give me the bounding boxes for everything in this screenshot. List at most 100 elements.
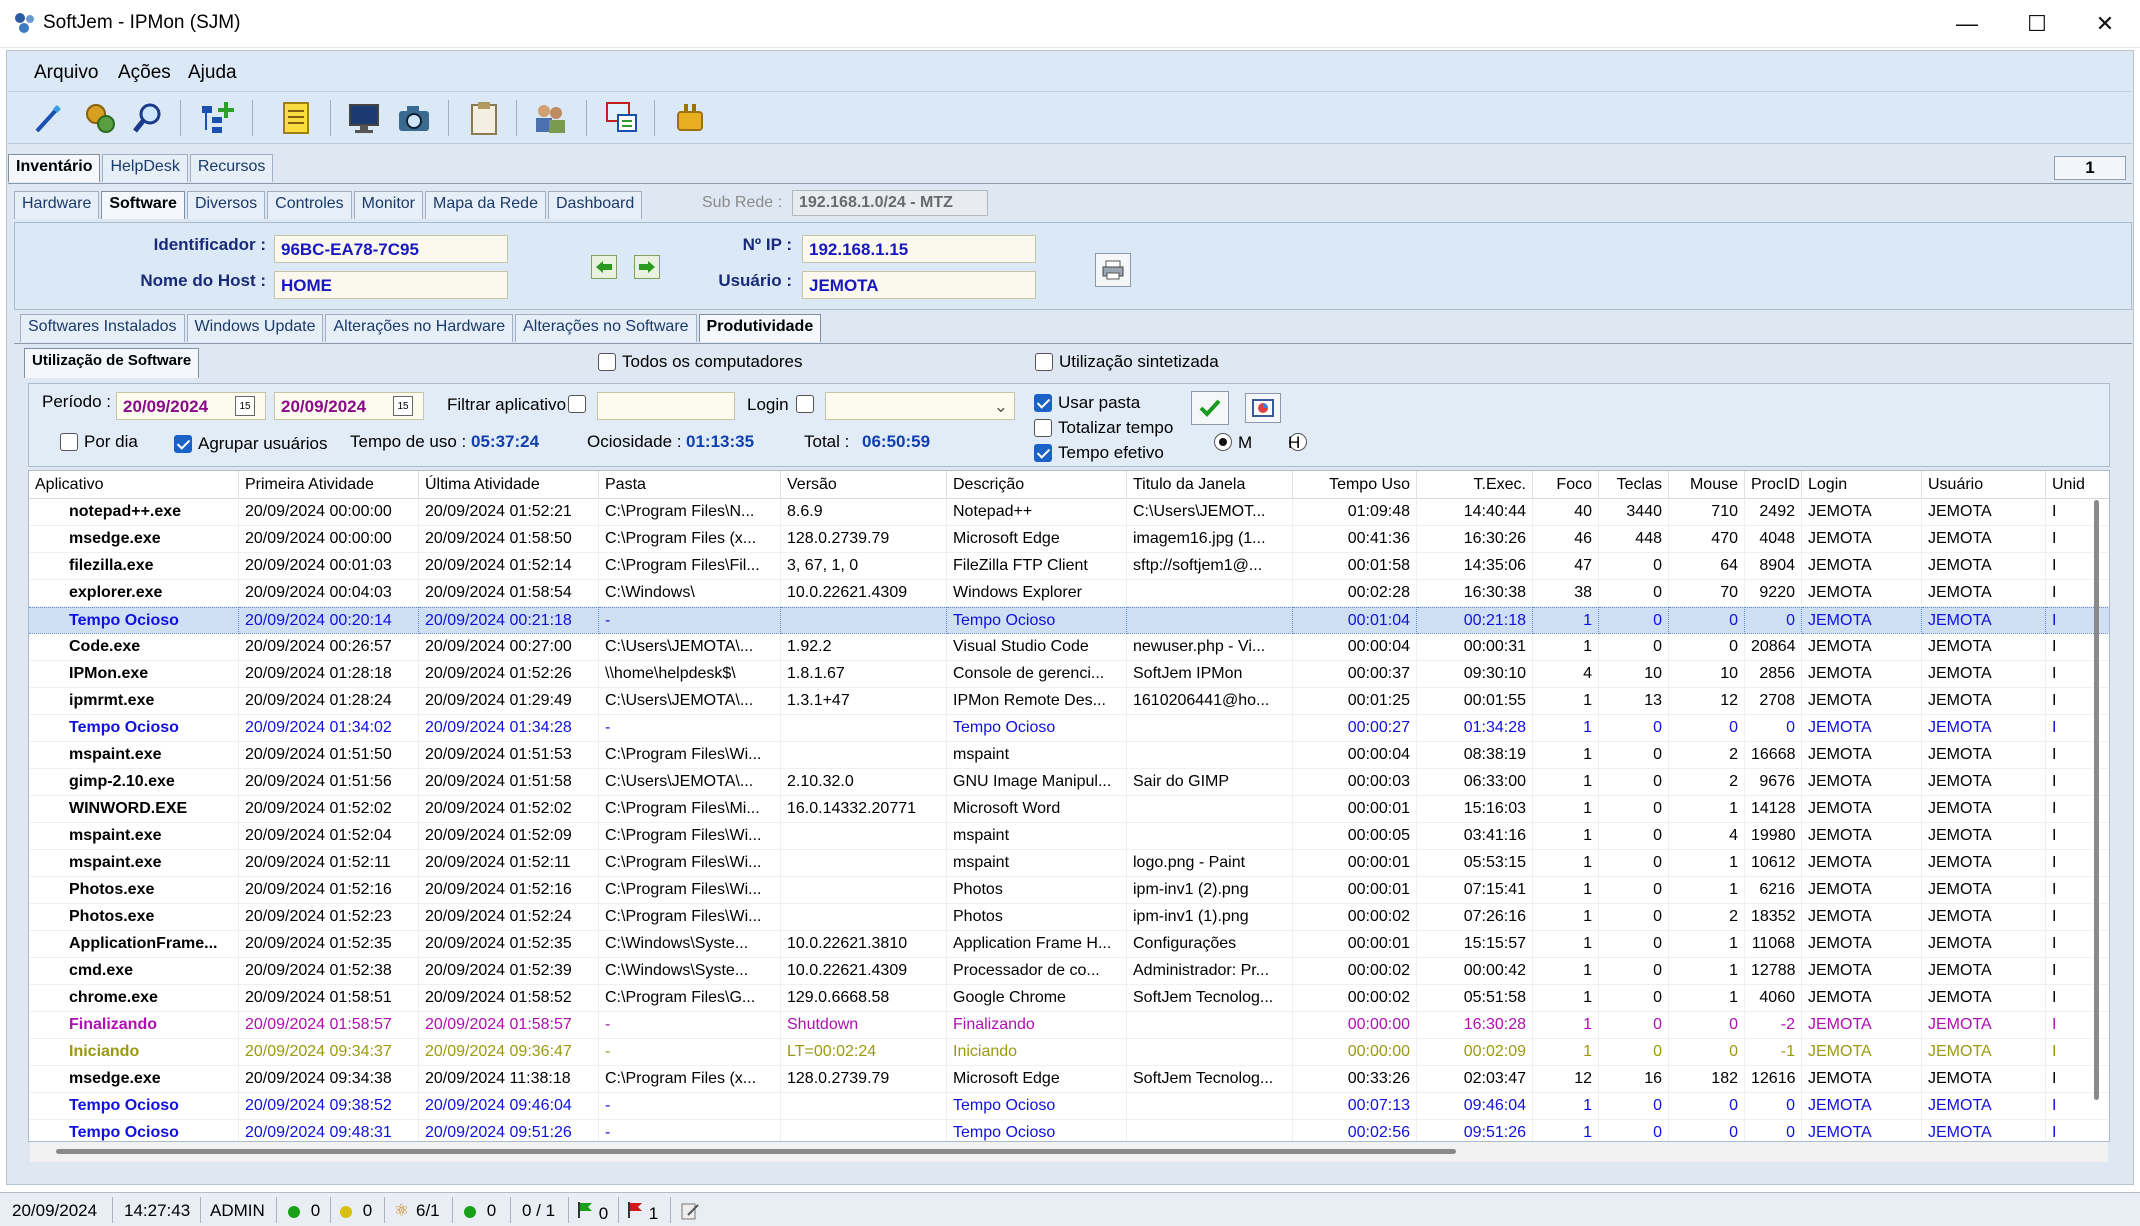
table-row[interactable]: Tempo Ocioso 20/09/2024 09:38:52 20/09/202… <box>29 1093 2109 1120</box>
column-header-aplicativo[interactable]: Aplicativo <box>29 471 239 499</box>
menu-ajuda[interactable]: Ajuda <box>188 62 237 84</box>
apply-filter-button[interactable] <box>1191 391 1229 425</box>
column-header-t-exec[interactable]: T.Exec. <box>1417 471 1533 499</box>
edit-note-icon[interactable] <box>680 1201 700 1226</box>
table-row[interactable]: Photos.exe 20/09/2024 01:52:23 20/09/2024 … <box>29 904 2109 931</box>
all-computers-checkbox[interactable] <box>598 353 616 371</box>
calendar-icon[interactable]: 15 <box>235 396 255 416</box>
gears-icon[interactable] <box>80 98 120 138</box>
table-row[interactable]: notepad++.exe 20/09/2024 00:00:00 20/09/20… <box>29 499 2109 526</box>
tab-hardware[interactable]: Hardware <box>14 191 100 219</box>
users-icon[interactable] <box>530 98 570 138</box>
horizontal-scroll-thumb[interactable] <box>56 1149 1456 1154</box>
synthesized-option[interactable]: Utilização sintetizada <box>1035 352 1219 372</box>
agrupar-option[interactable]: Agrupar usuários <box>174 434 327 454</box>
tab-alteracoes-hardware[interactable]: Alterações no Hardware <box>325 314 514 342</box>
vertical-scroll-thumb[interactable] <box>2094 500 2099 1100</box>
horizontal-scrollbar[interactable] <box>30 1142 2108 1162</box>
table-row[interactable]: mspaint.exe 20/09/2024 01:51:50 20/09/2024… <box>29 742 2109 769</box>
tab-helpdesk[interactable]: HelpDesk <box>102 154 188 182</box>
tab-inventario[interactable]: Inventário <box>8 154 101 182</box>
magnifier-icon[interactable] <box>128 98 168 138</box>
tab-windows-update[interactable]: Windows Update <box>186 314 324 342</box>
tab-diversos[interactable]: Diversos <box>186 191 266 219</box>
table-row[interactable]: mspaint.exe 20/09/2024 01:52:11 20/09/2024… <box>29 850 2109 877</box>
menu-acoes[interactable]: Ações <box>118 62 171 84</box>
filtrar-input[interactable] <box>597 392 735 420</box>
plugin-icon[interactable] <box>670 98 710 138</box>
table-row[interactable]: explorer.exe 20/09/2024 00:04:03 20/09/202… <box>29 580 2109 607</box>
filtrar-checkbox[interactable] <box>568 395 586 413</box>
table-row[interactable]: WINWORD.EXE 20/09/2024 01:52:02 20/09/2024… <box>29 796 2109 823</box>
column-header-procid[interactable]: ProcID <box>1745 471 1802 499</box>
tab-dashboard[interactable]: Dashboard <box>547 191 643 219</box>
radio-m[interactable] <box>1214 433 1232 451</box>
printer-button[interactable] <box>1095 253 1131 287</box>
table-row[interactable]: Code.exe 20/09/2024 00:26:57 20/09/2024 00… <box>29 634 2109 661</box>
agrupar-checkbox[interactable] <box>174 435 192 453</box>
next-arrow-icon[interactable] <box>634 255 660 279</box>
table-row[interactable]: Iniciando 20/09/2024 09:34:37 20/09/2024 0… <box>29 1039 2109 1066</box>
close-button[interactable]: ✕ <box>2070 0 2140 48</box>
login-checkbox[interactable] <box>796 395 814 413</box>
column-header-foco[interactable]: Foco <box>1533 471 1599 499</box>
calendar-icon[interactable]: 15 <box>393 396 413 416</box>
totalizar-tempo-option[interactable]: Totalizar tempo <box>1034 418 1173 438</box>
tab-utilizacao-software[interactable]: Utilização de Software <box>24 348 200 378</box>
chart-button[interactable] <box>1245 393 1281 423</box>
column-header-unid[interactable]: Unid <box>2046 471 2109 499</box>
clipboard-icon[interactable] <box>464 98 504 138</box>
table-row[interactable]: Tempo Ocioso 20/09/2024 01:34:02 20/09/202… <box>29 715 2109 742</box>
por-dia-checkbox[interactable] <box>60 433 78 451</box>
table-row[interactable]: gimp-2.10.exe 20/09/2024 01:51:56 20/09/20… <box>29 769 2109 796</box>
column-header-descricao[interactable]: Descrição <box>947 471 1127 499</box>
tempo-efetivo-checkbox[interactable] <box>1034 444 1052 462</box>
tab-alteracoes-software[interactable]: Alterações no Software <box>515 314 697 342</box>
por-dia-option[interactable]: Por dia <box>60 432 138 452</box>
column-header-teclas[interactable]: Teclas <box>1599 471 1669 499</box>
tab-controles[interactable]: Controles <box>267 191 352 219</box>
column-header-primeira-atividade[interactable]: Primeira Atividade <box>239 471 419 499</box>
wand-icon[interactable] <box>28 98 68 138</box>
table-row[interactable]: Finalizando 20/09/2024 01:58:57 20/09/2024… <box>29 1012 2109 1039</box>
login-select[interactable]: ⌄ <box>825 392 1015 420</box>
tempo-efetivo-option[interactable]: Tempo efetivo <box>1034 443 1164 463</box>
table-row[interactable]: Tempo Ocioso 20/09/2024 09:48:31 20/09/202… <box>29 1120 2109 1141</box>
table-row[interactable]: chrome.exe 20/09/2024 01:58:51 20/09/2024 … <box>29 985 2109 1012</box>
tree-add-icon[interactable] <box>196 98 236 138</box>
column-header-versao[interactable]: Versão <box>781 471 947 499</box>
table-row[interactable]: mspaint.exe 20/09/2024 01:52:04 20/09/2024… <box>29 823 2109 850</box>
table-row[interactable]: cmd.exe 20/09/2024 01:52:38 20/09/2024 01:… <box>29 958 2109 985</box>
table-row[interactable]: filezilla.exe 20/09/2024 00:01:03 20/09/20… <box>29 553 2109 580</box>
column-header-tempo-uso[interactable]: Tempo Uso <box>1293 471 1417 499</box>
column-header-usuario[interactable]: Usuário <box>1922 471 2046 499</box>
usar-pasta-checkbox[interactable] <box>1034 394 1052 412</box>
tab-softwares-instalados[interactable]: Softwares Instalados <box>20 314 185 342</box>
previous-arrow-icon[interactable] <box>591 255 617 279</box>
column-header-mouse[interactable]: Mouse <box>1669 471 1745 499</box>
table-row[interactable]: msedge.exe 20/09/2024 09:34:38 20/09/2024 … <box>29 1066 2109 1093</box>
usar-pasta-option[interactable]: Usar pasta <box>1034 393 1140 413</box>
table-row[interactable]: ApplicationFrame... 20/09/2024 01:52:35 20… <box>29 931 2109 958</box>
network-icon[interactable] <box>602 98 642 138</box>
all-computers-option[interactable]: Todos os computadores <box>598 352 803 372</box>
table-row[interactable]: Tempo Ocioso 20/09/2024 00:20:14 20/09/202… <box>29 607 2109 634</box>
maximize-button[interactable]: ☐ <box>2002 0 2072 48</box>
tab-software[interactable]: Software <box>101 191 185 219</box>
table-row[interactable]: IPMon.exe 20/09/2024 01:28:18 20/09/2024 0… <box>29 661 2109 688</box>
notes-icon[interactable] <box>276 98 316 138</box>
column-header-titulo-da-janela[interactable]: Titulo da Janela <box>1127 471 1293 499</box>
table-row[interactable]: ipmrmt.exe 20/09/2024 01:28:24 20/09/2024 … <box>29 688 2109 715</box>
totalizar-tempo-checkbox[interactable] <box>1034 419 1052 437</box>
minimize-button[interactable]: — <box>1932 0 2002 48</box>
tab-monitor[interactable]: Monitor <box>353 191 424 219</box>
tab-recursos[interactable]: Recursos <box>189 154 274 182</box>
table-row[interactable]: msedge.exe 20/09/2024 00:00:00 20/09/2024 … <box>29 526 2109 553</box>
column-header-login[interactable]: Login <box>1802 471 1922 499</box>
monitor-icon[interactable] <box>344 98 384 138</box>
table-row[interactable]: Photos.exe 20/09/2024 01:52:16 20/09/2024 … <box>29 877 2109 904</box>
column-header-pasta[interactable]: Pasta <box>599 471 781 499</box>
tab-produtividade[interactable]: Produtividade <box>698 314 822 342</box>
column-header-ultima-atividade[interactable]: Última Atividade <box>419 471 599 499</box>
tab-mapa-da-rede[interactable]: Mapa da Rede <box>425 191 546 219</box>
